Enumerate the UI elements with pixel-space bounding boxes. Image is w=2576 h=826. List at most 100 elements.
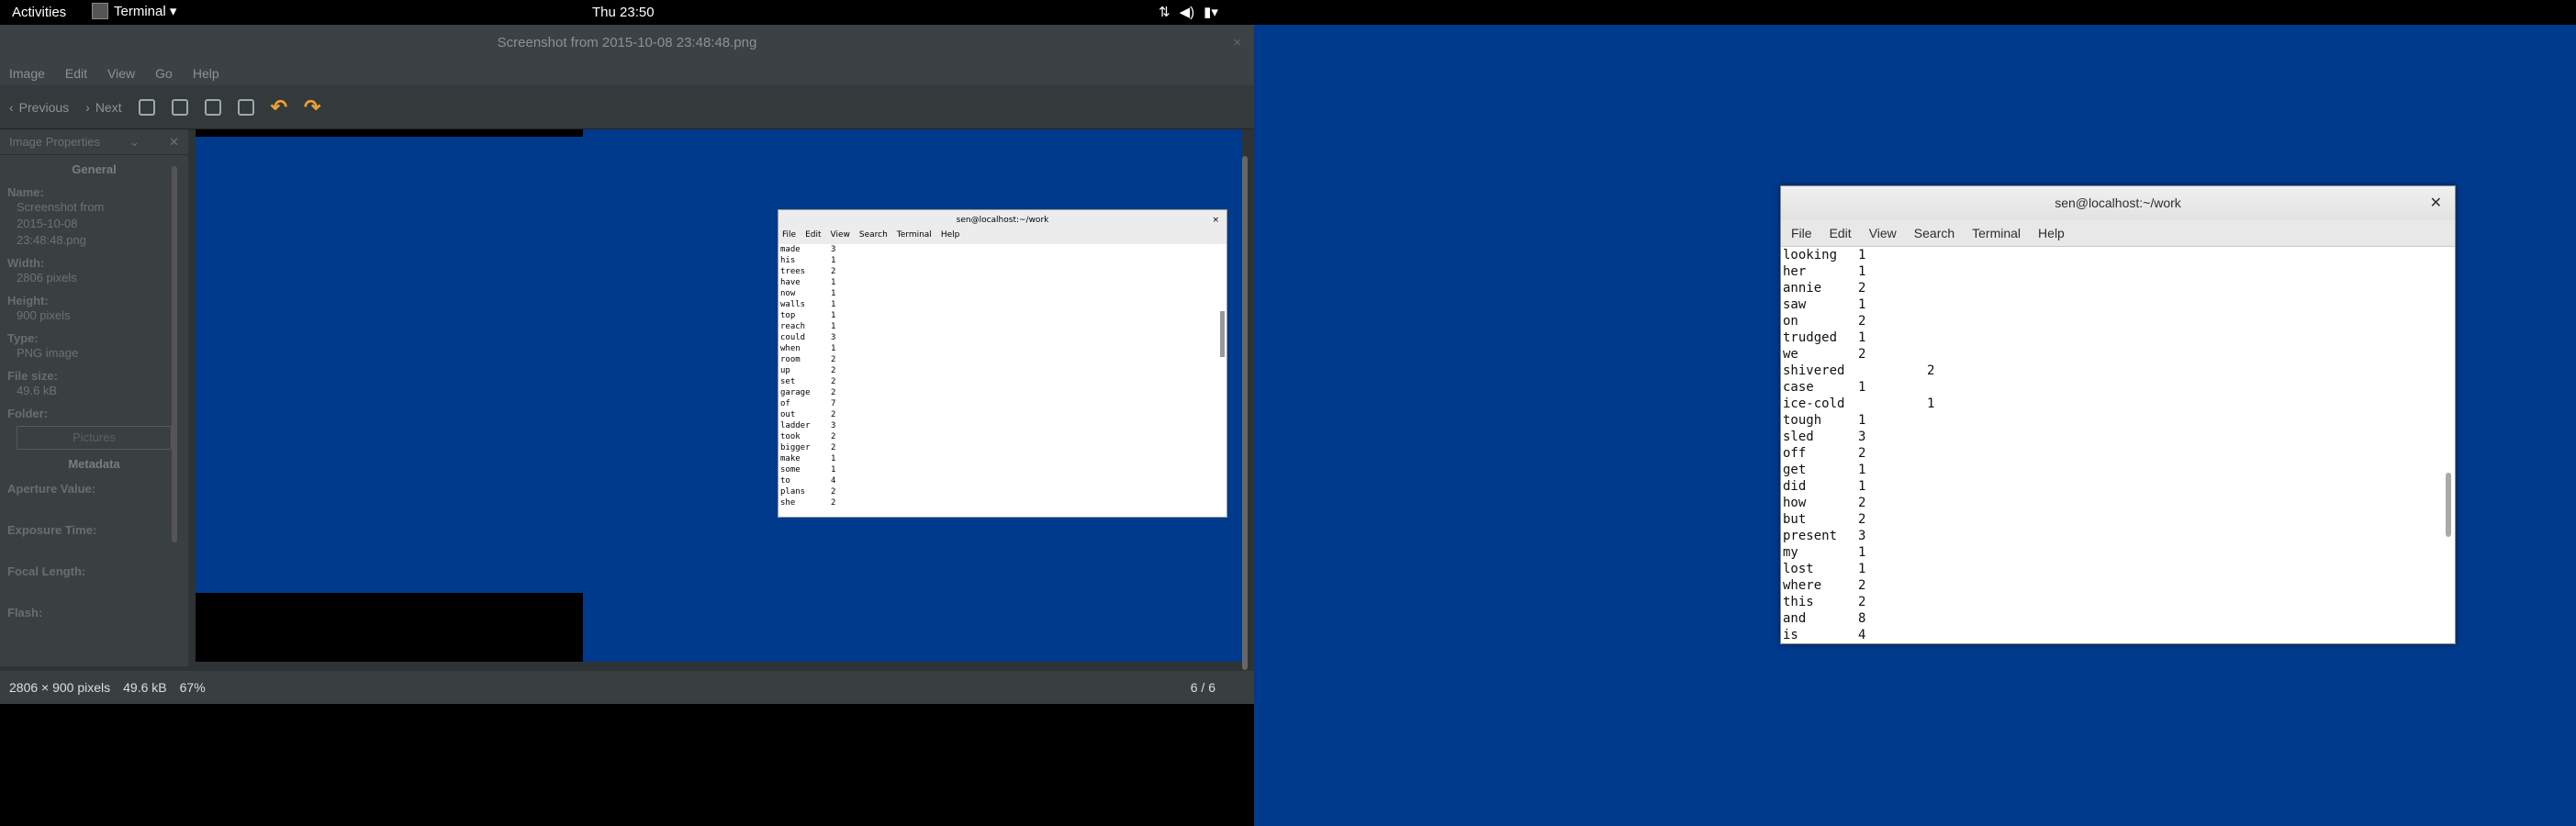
terminal-menu-edit[interactable]: Edit (1830, 226, 1852, 240)
exposure-label: Exposure Time: (7, 523, 97, 537)
count-text: 2 (1858, 446, 1866, 461)
sidebar-close-icon[interactable]: ✕ (169, 135, 179, 150)
terminal-title: sen@localhost:~/work (2055, 195, 2181, 210)
name-label: Name: (7, 185, 44, 199)
word-text: and (1783, 611, 1807, 626)
word-text: her (1783, 264, 1807, 279)
thumb-top-bar (196, 129, 583, 137)
sidebar-title[interactable]: Image Properties (9, 135, 100, 149)
terminal-menu-file[interactable]: File (1791, 226, 1812, 240)
word-text: she (780, 498, 796, 508)
word-text: plans (780, 487, 806, 497)
sidebar-scrollbar[interactable] (172, 166, 177, 542)
count-text: 1 (831, 278, 836, 287)
previous-button[interactable]: ‹ Previous (9, 100, 69, 115)
zoom-fit-icon[interactable] (237, 98, 254, 116)
count-text: 1 (1858, 479, 1866, 494)
chevron-right-icon: › (85, 99, 90, 115)
word-text: of (780, 399, 790, 408)
rotate-right-icon[interactable]: ↷ (304, 95, 320, 119)
word-text: make (780, 454, 801, 463)
clock[interactable]: Thu 23:50 (592, 5, 655, 20)
thumb-menu-file: File (782, 230, 797, 240)
terminal-close-icon[interactable]: ✕ (2430, 186, 2442, 220)
output-line: her 1 (1783, 263, 2455, 280)
count-text: 2 (831, 366, 836, 375)
output-line: some 1 (780, 464, 1226, 475)
thumb-close-icon: × (1212, 216, 1219, 225)
flash-label: Flash: (7, 606, 43, 620)
count-text: 1 (1858, 413, 1866, 428)
zoom-normal-icon[interactable] (204, 98, 221, 116)
thumb-menu-view: View (830, 230, 850, 240)
count-text: 2 (1858, 496, 1866, 510)
zoom-in-icon[interactable] (138, 98, 155, 116)
chevron-left-icon: ‹ (9, 99, 14, 115)
terminal-scrollbar[interactable] (2446, 473, 2451, 537)
zoom-out-icon[interactable] (171, 98, 188, 116)
count-text: 1 (1858, 545, 1866, 560)
output-line: did 1 (1783, 478, 2455, 495)
word-text: took (780, 432, 801, 441)
output-line: top 1 (780, 310, 1226, 321)
word-text: top (780, 311, 796, 320)
network-icon: ⇅ (1159, 5, 1170, 20)
word-text: have (780, 278, 801, 287)
word-text: out (780, 410, 796, 419)
chevron-down-icon[interactable]: ⌄ (129, 135, 140, 150)
output-line: his 1 (780, 255, 1226, 266)
terminal-titlebar[interactable]: sen@localhost:~/work ✕ (1781, 186, 2455, 220)
output-line: my 1 (1783, 544, 2455, 561)
count-text: 1 (831, 311, 836, 320)
output-line: case 1 (1783, 379, 2455, 396)
count-text: 2 (1858, 578, 1866, 593)
menu-go[interactable]: Go (155, 66, 173, 81)
word-text: now (780, 289, 796, 298)
count-text: 1 (831, 454, 836, 463)
word-text: ladder (780, 421, 811, 430)
output-line: when 1 (780, 343, 1226, 354)
terminal-menu-terminal[interactable]: Terminal (1972, 226, 2021, 240)
word-text: case (1783, 380, 1814, 395)
output-line: out 2 (780, 409, 1226, 420)
count-text: 2 (831, 443, 836, 452)
count-text: 1 (831, 300, 836, 309)
height-label: Height: (7, 294, 49, 307)
terminal-menu-search[interactable]: Search (1914, 226, 1954, 240)
word-text: present (1783, 529, 1838, 543)
terminal-menu-help[interactable]: Help (2038, 226, 2065, 240)
rotate-left-icon[interactable]: ↶ (271, 95, 287, 119)
activities-button[interactable]: Activities (12, 5, 66, 20)
output-line: lost 1 (1783, 561, 2455, 577)
menu-help[interactable]: Help (193, 66, 219, 81)
output-line: reach 1 (780, 321, 1226, 332)
word-text: saw (1783, 297, 1807, 312)
view-vertical-scrollbar[interactable] (1242, 156, 1248, 670)
output-line: set 2 (780, 376, 1226, 387)
focal-label: Focal Length: (7, 564, 86, 578)
close-icon[interactable]: × (1233, 25, 1241, 61)
system-tray[interactable]: ⇅ ◀) ▮▾ (1159, 4, 1218, 20)
image-view[interactable]: sen@localhost:~/work × File Edit View Sea… (196, 129, 1242, 666)
app-menu[interactable]: Terminal ▾ (92, 3, 176, 19)
count-text: 1 (1858, 380, 1866, 395)
word-text: bigger (780, 443, 811, 452)
menu-view[interactable]: View (107, 66, 135, 81)
terminal-menu-view[interactable]: View (1869, 226, 1897, 240)
word-text: made (780, 245, 801, 254)
count-text: 1 (1858, 297, 1866, 312)
count-text: 1 (1927, 396, 1935, 411)
output-line: annie 2 (1783, 280, 2455, 296)
thumb-terminal-titlebar: sen@localhost:~/work × (778, 210, 1226, 230)
aperture-label: Aperture Value: (7, 482, 96, 496)
folder-button[interactable]: Pictures (17, 426, 172, 450)
menu-image[interactable]: Image (9, 66, 45, 81)
next-button[interactable]: › Next (85, 100, 121, 115)
terminal-output[interactable]: looking 1 her 1 annie 2 saw 1 on 2 trudged 1 we 2 shiv… (1781, 247, 2455, 642)
word-text: his (780, 256, 796, 265)
count-text: 2 (831, 267, 836, 276)
count-text: 1 (831, 344, 836, 353)
menu-edit[interactable]: Edit (65, 66, 87, 81)
word-text: how (1783, 496, 1807, 510)
word-text: some (780, 465, 801, 474)
